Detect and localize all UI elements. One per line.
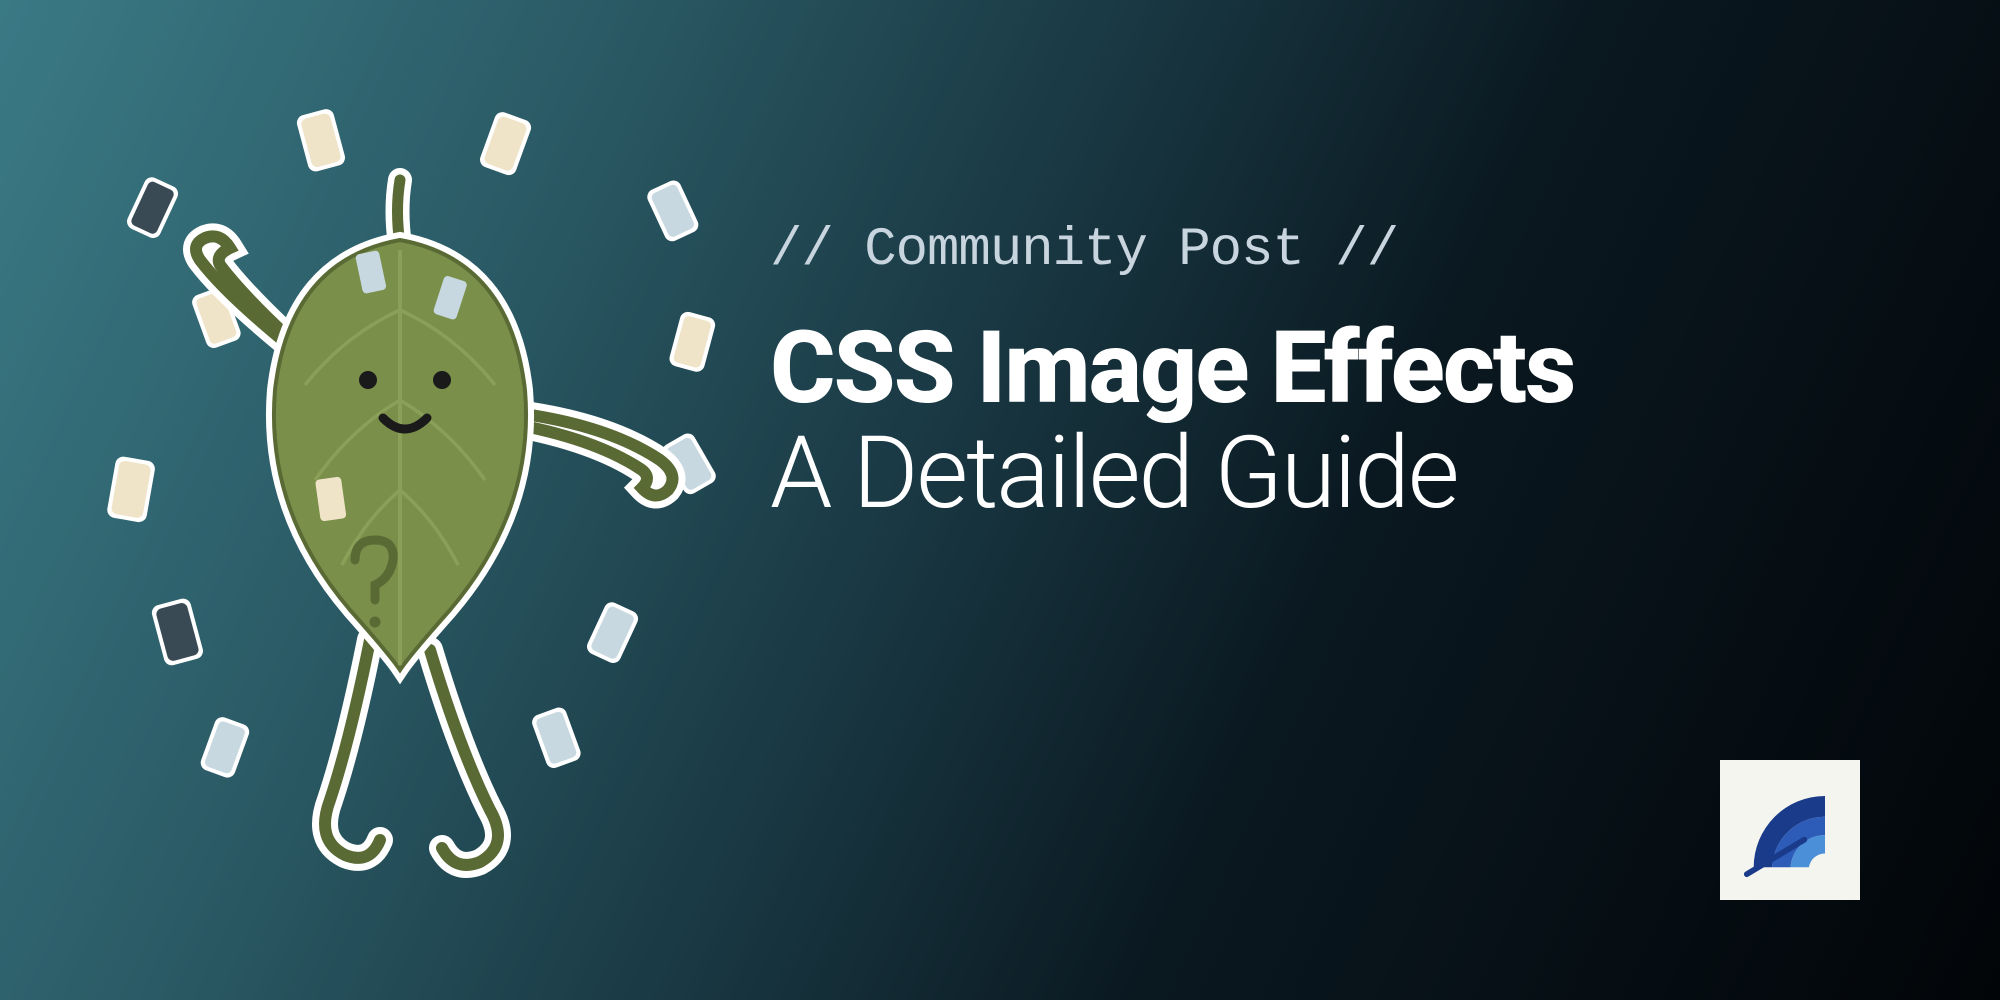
leaf-character-illustration xyxy=(90,80,790,900)
leaf-character xyxy=(196,180,673,865)
speed-arc-icon xyxy=(1733,773,1848,888)
brand-logo xyxy=(1720,760,1860,900)
title-primary: CSS Image Effects xyxy=(770,316,1870,421)
eyebrow-label: // Community Post // xyxy=(770,220,1870,281)
title-secondary: A Detailed Guide xyxy=(770,421,1870,526)
hero-text-block: // Community Post // CSS Image Effects A… xyxy=(770,220,1870,526)
